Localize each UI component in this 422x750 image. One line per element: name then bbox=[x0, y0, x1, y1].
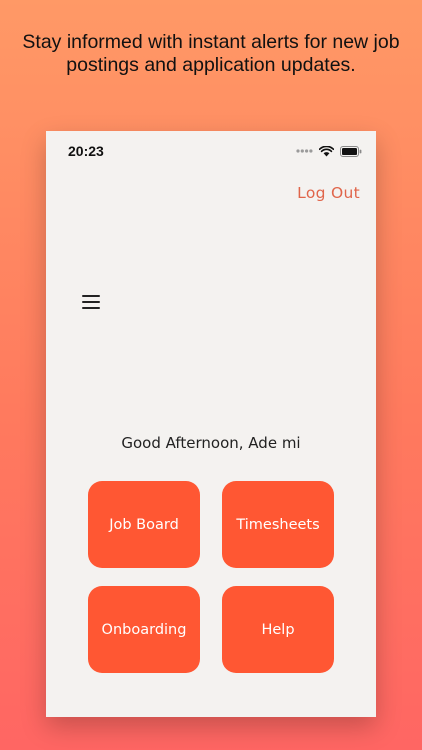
help-label: Help bbox=[261, 621, 295, 638]
onboarding-button[interactable]: Onboarding bbox=[88, 586, 200, 673]
promo-caption: Stay informed with instant alerts for ne… bbox=[22, 31, 400, 76]
timesheets-label: Timesheets bbox=[236, 516, 320, 533]
menu-line bbox=[82, 307, 100, 309]
menu-line bbox=[82, 301, 100, 303]
status-icons bbox=[296, 145, 362, 157]
help-button[interactable]: Help bbox=[222, 586, 334, 673]
onboarding-label: Onboarding bbox=[101, 621, 187, 638]
phone-screen: 20:23 Log Out Good Afternoon, Ade mi Job… bbox=[46, 131, 376, 717]
battery-icon bbox=[340, 145, 362, 157]
greeting-text: Good Afternoon, Ade mi bbox=[121, 434, 301, 452]
menu-line bbox=[82, 295, 100, 297]
hamburger-menu-icon[interactable] bbox=[82, 295, 100, 309]
signal-icon bbox=[296, 149, 313, 153]
logout-button[interactable]: Log Out bbox=[297, 184, 360, 202]
job-board-label: Job Board bbox=[109, 516, 179, 533]
status-bar: 20:23 bbox=[46, 131, 376, 171]
status-time: 20:23 bbox=[68, 143, 104, 159]
job-board-button[interactable]: Job Board bbox=[88, 481, 200, 568]
timesheets-button[interactable]: Timesheets bbox=[222, 481, 334, 568]
wifi-icon bbox=[319, 145, 334, 156]
